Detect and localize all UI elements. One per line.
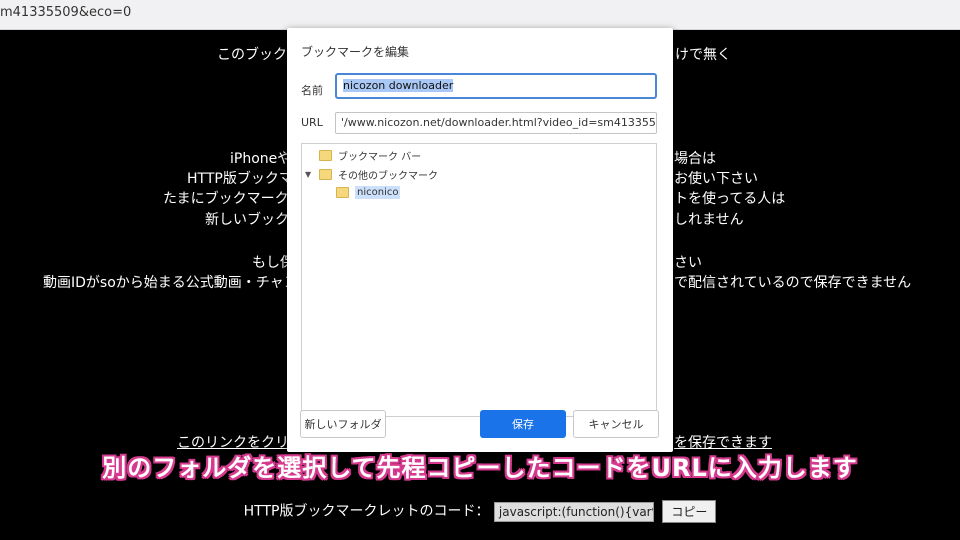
dialog-title: ブックマークを編集 <box>301 45 410 59</box>
code-row: HTTP版ブックマークレットのコード： javascript:(function… <box>0 500 960 523</box>
line4-right: しれません <box>674 212 744 228</box>
save-button[interactable]: 保存 <box>480 410 566 438</box>
folder-row-other-bookmarks[interactable]: ▼ その他のブックマーク <box>305 167 438 182</box>
code-label: HTTP版ブックマークレットのコード： <box>243 503 490 520</box>
line5-right: さい <box>674 255 702 271</box>
name-label: 名前 <box>301 84 323 97</box>
line1-right: 場合は <box>674 151 716 167</box>
line1-left: iPhoneや <box>230 151 292 167</box>
name-input-value: nicozon downloader <box>343 79 454 92</box>
copy-button[interactable]: コピー <box>662 500 717 523</box>
cancel-button[interactable]: キャンセル <box>573 410 659 438</box>
url-input[interactable]: '/www.nicozon.net/downloader.html?video_… <box>335 112 657 134</box>
expand-arrow-icon[interactable]: ▼ <box>305 170 313 179</box>
folder-label: その他のブックマーク <box>338 171 438 182</box>
line4-left: 新しいブック <box>205 212 289 228</box>
folder-icon <box>336 187 349 198</box>
edit-bookmark-dialog: ブックマークを編集 名前 nicozon downloader URL '/ww… <box>287 28 673 452</box>
folder-icon <box>319 169 332 180</box>
folder-row-niconico[interactable]: niconico <box>336 186 401 199</box>
line3-left: たまにブックマーク <box>163 191 289 207</box>
address-bar[interactable]: m41335509&eco=0 <box>0 0 960 30</box>
folder-tree[interactable]: ブックマーク バー ▼ その他のブックマーク niconico <box>301 143 657 417</box>
folder-label: ブックマーク バー <box>338 152 422 163</box>
video-caption: 別のフォルダを選択して先程コピーしたコードをURLに入力します <box>102 454 858 482</box>
code-field[interactable]: javascript:(function(){var%20 <box>493 501 654 522</box>
intro-right: けで無く <box>675 47 731 63</box>
folder-row-bookmark-bar[interactable]: ブックマーク バー <box>319 148 421 163</box>
new-folder-button[interactable]: 新しいフォルダ <box>300 410 386 438</box>
name-input[interactable]: nicozon downloader <box>335 73 657 99</box>
line3-right: トを使ってる人は <box>674 191 786 207</box>
folder-icon <box>319 150 332 161</box>
line2-right: お使い下さい <box>674 171 758 187</box>
intro-left: このブック <box>217 47 287 63</box>
folder-label-selected: niconico <box>355 186 401 199</box>
line6-right: で配信されているので保存できません <box>674 275 912 291</box>
line6-left: 動画IDがsoから始まる公式動画・チャン <box>43 275 298 291</box>
address-url-text: m41335509&eco=0 <box>0 5 132 20</box>
url-label: URL <box>301 116 323 129</box>
